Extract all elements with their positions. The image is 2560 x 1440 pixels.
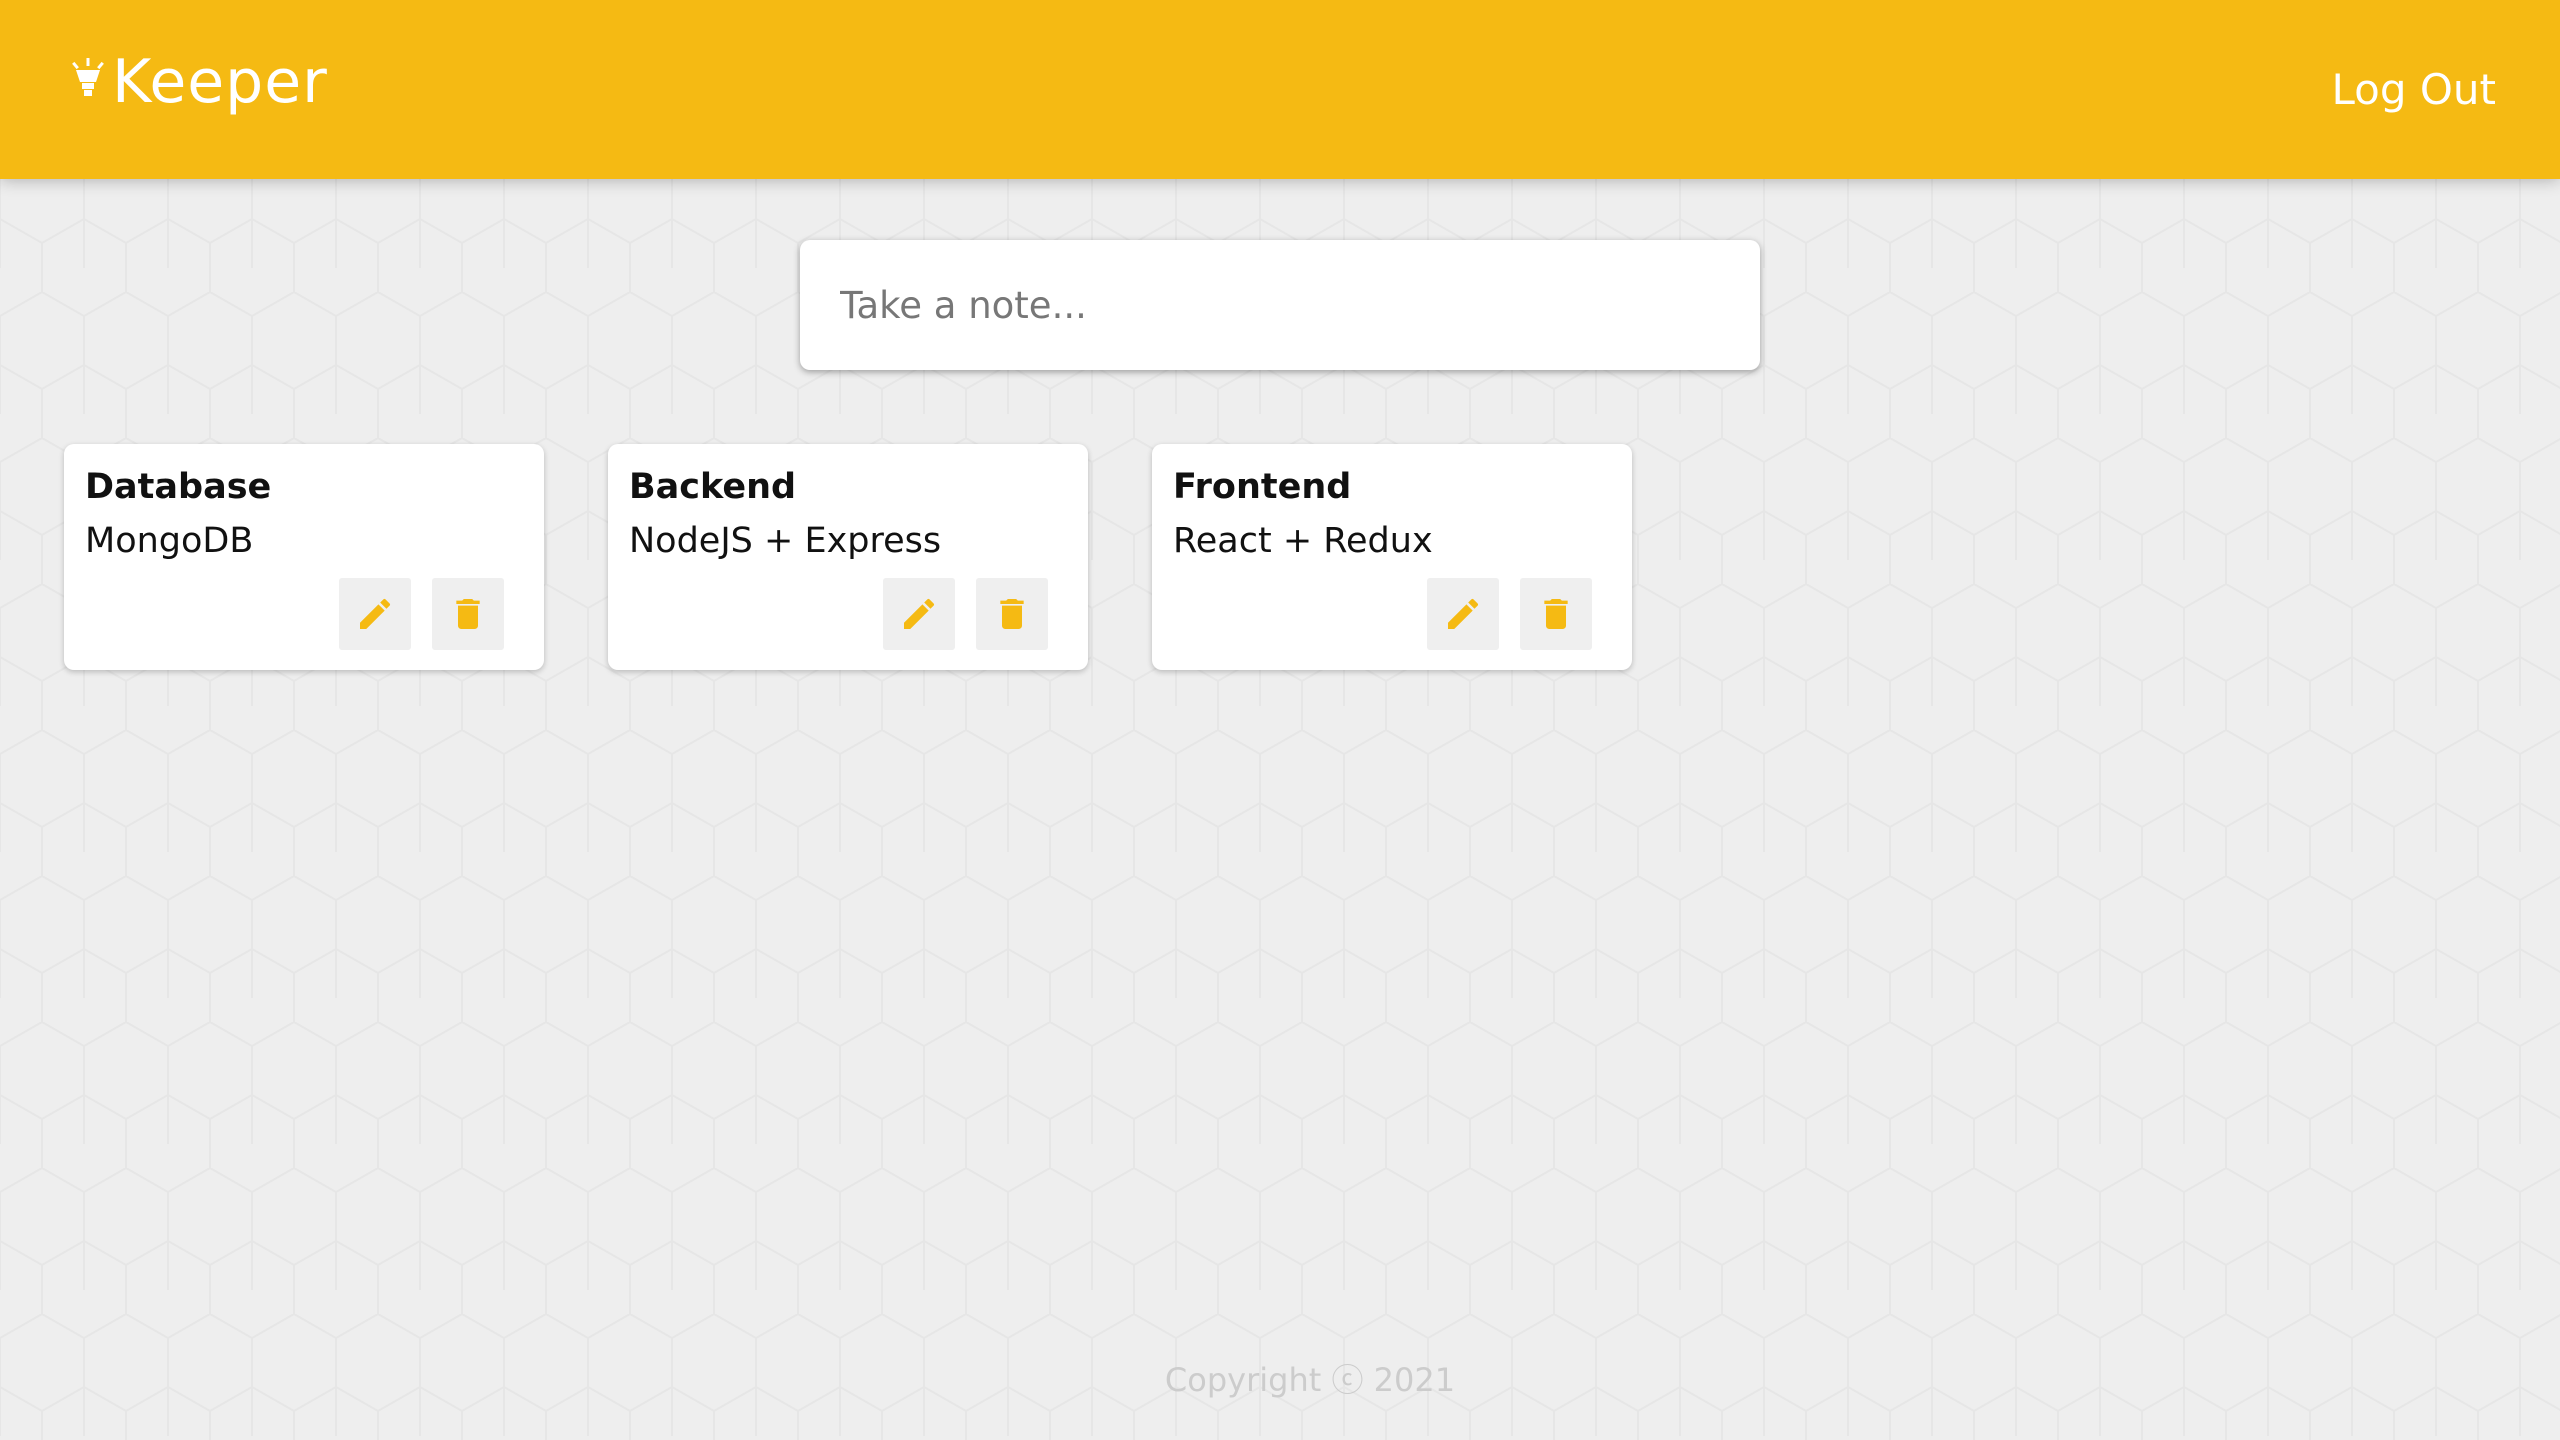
note-actions bbox=[1427, 578, 1592, 650]
edit-note-button[interactable] bbox=[339, 578, 411, 650]
delete-note-button[interactable] bbox=[1520, 578, 1592, 650]
app-header: Keeper Log Out bbox=[0, 0, 2560, 179]
trash-icon bbox=[456, 599, 480, 629]
note-title: Frontend bbox=[1173, 467, 1352, 507]
note-content: MongoDB bbox=[85, 521, 254, 561]
note-card: Frontend React + Redux bbox=[1152, 444, 1632, 670]
app-title: Keeper bbox=[112, 47, 328, 117]
pencil-icon bbox=[1448, 598, 1479, 629]
delete-note-button[interactable] bbox=[432, 578, 504, 650]
hexagon-background-pattern bbox=[0, 0, 2560, 1440]
create-note-form bbox=[800, 240, 1760, 370]
brand[interactable]: Keeper bbox=[70, 42, 328, 122]
edit-note-button[interactable] bbox=[883, 578, 955, 650]
pencil-icon bbox=[360, 598, 391, 629]
trash-icon bbox=[1000, 599, 1024, 629]
note-actions bbox=[883, 578, 1048, 650]
note-content: NodeJS + Express bbox=[629, 521, 942, 561]
take-note-input[interactable] bbox=[838, 282, 1722, 328]
note-title: Backend bbox=[629, 467, 797, 507]
note-content: React + Redux bbox=[1173, 521, 1433, 561]
edit-note-button[interactable] bbox=[1427, 578, 1499, 650]
trash-icon bbox=[1544, 599, 1568, 629]
delete-note-button[interactable] bbox=[976, 578, 1048, 650]
note-title: Database bbox=[85, 467, 272, 507]
note-actions bbox=[339, 578, 504, 650]
note-card: Backend NodeJS + Express bbox=[608, 444, 1088, 670]
lightbulb-icon bbox=[72, 58, 104, 96]
footer-copyright: Copyright ⓒ 2021 bbox=[1164, 1361, 1456, 1399]
logout-button[interactable]: Log Out bbox=[2331, 62, 2496, 118]
note-card: Database MongoDB bbox=[64, 444, 544, 670]
pencil-icon bbox=[904, 598, 935, 629]
